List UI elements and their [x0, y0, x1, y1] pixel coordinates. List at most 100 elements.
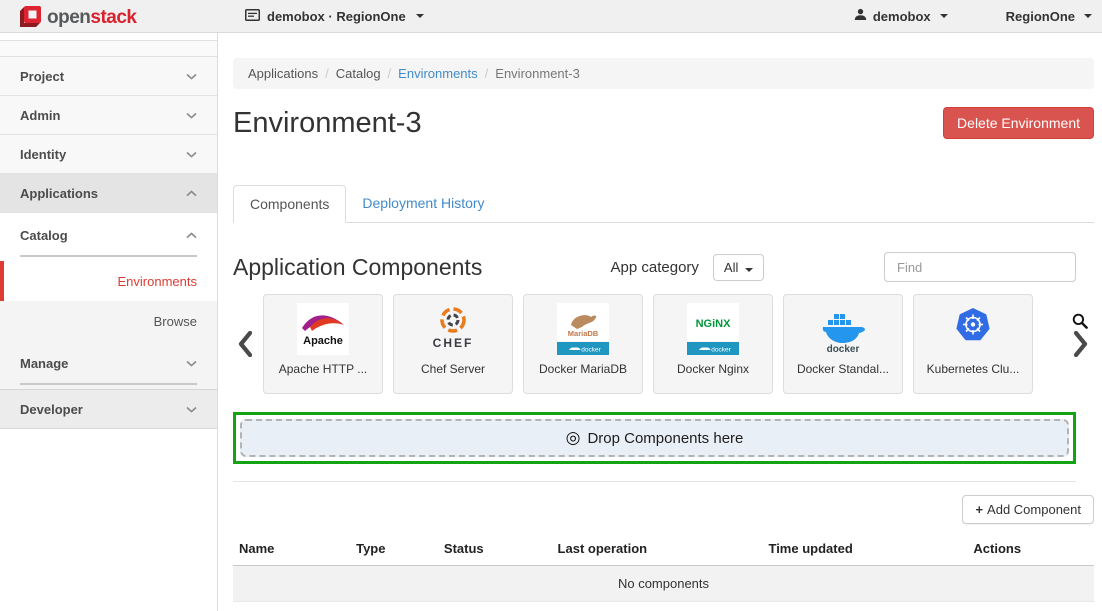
col-header-type: Type: [350, 532, 438, 566]
top-navbar: openstack demobox · RegionOne demobox Re…: [0, 0, 1102, 33]
breadcrumb-environments-link[interactable]: Environments: [398, 66, 477, 81]
col-header-status: Status: [438, 532, 552, 566]
svg-text:docker: docker: [827, 344, 860, 355]
drop-components-zone[interactable]: ◎ Drop Components here: [233, 412, 1076, 464]
sidebar-item-label: Manage: [20, 356, 68, 371]
app-card-label: Docker MariaDB: [539, 362, 627, 376]
chevron-down-icon: [1084, 14, 1092, 18]
svg-text:Apache: Apache: [303, 335, 343, 347]
app-card-label: Docker Standal...: [797, 362, 889, 376]
col-header-name: Name: [233, 532, 350, 566]
sidebar-item-project[interactable]: Project: [0, 57, 217, 96]
chevron-up-icon: [186, 232, 197, 239]
chevron-down-icon: [416, 14, 424, 18]
dropzone-text: Drop Components here: [587, 430, 743, 447]
chevron-down-icon: [186, 406, 197, 413]
openstack-logo[interactable]: openstack: [18, 5, 137, 31]
breadcrumb-current: Environment-3: [495, 66, 580, 81]
plus-icon: +: [975, 502, 983, 517]
section-heading: Application Components: [233, 254, 482, 281]
tab-deployment-history[interactable]: Deployment History: [346, 185, 500, 222]
main-content: Applications/Catalog/Environments/Enviro…: [219, 33, 1102, 611]
sidebar-item-label: Environments: [118, 274, 197, 289]
sidebar-item-manage[interactable]: Manage: [0, 341, 217, 385]
breadcrumb-catalog: Catalog: [336, 66, 381, 81]
sidebar-item-label: Project: [20, 69, 64, 84]
svg-text:MariaDB: MariaDB: [568, 329, 599, 338]
tab-components[interactable]: Components: [233, 185, 346, 223]
app-card-chef[interactable]: CHEF Chef Server: [393, 294, 513, 394]
svg-text:docker: docker: [581, 347, 601, 354]
app-card-apache[interactable]: Apache Apache HTTP ...: [263, 294, 383, 394]
add-component-button[interactable]: +Add Component: [962, 495, 1094, 524]
page-title: Environment-3: [233, 107, 422, 140]
sidebar-item-catalog[interactable]: Catalog: [0, 213, 217, 257]
docker-logo: docker: [817, 303, 869, 355]
delete-environment-button[interactable]: Delete Environment: [943, 107, 1094, 139]
logo-word-stack: stack: [90, 7, 136, 28]
svg-text:CHEF: CHEF: [433, 336, 474, 350]
user-menu-label: demobox: [873, 9, 931, 24]
empty-message: No components: [233, 566, 1094, 602]
app-card-label: Apache HTTP ...: [279, 362, 367, 376]
sidebar-item-browse[interactable]: Browse: [0, 301, 217, 341]
app-card-kubernetes[interactable]: Kubernetes Clu...: [913, 294, 1033, 394]
chevron-up-icon: [186, 190, 197, 197]
nginx-docker-logo: NGiNX docker: [687, 303, 739, 355]
svg-text:docker: docker: [711, 347, 731, 354]
empty-row: No components: [233, 566, 1094, 602]
sidebar-item-label: Browse: [154, 314, 197, 329]
apache-logo: Apache: [297, 303, 349, 355]
chevron-down-icon: [186, 360, 197, 367]
chevron-down-icon: [186, 112, 197, 119]
carousel-prev-button[interactable]: [233, 294, 257, 394]
svg-text:NGiNX: NGiNX: [696, 318, 732, 330]
sidebar-item-applications[interactable]: Applications: [0, 174, 217, 213]
region-menu-label: RegionOne: [1006, 9, 1075, 24]
region-menu[interactable]: RegionOne: [1006, 9, 1092, 24]
find-input[interactable]: [884, 252, 1076, 282]
sidebar-group: Browse Manage: [0, 301, 217, 389]
panel-icon: [245, 9, 260, 24]
project-region-switcher[interactable]: demobox · RegionOne: [245, 0, 424, 32]
app-card-label: Kubernetes Clu...: [927, 362, 1020, 376]
sidebar-item-label: Applications: [20, 186, 98, 201]
sidebar-item-label: Admin: [20, 108, 60, 123]
app-card-docker-standalone[interactable]: docker Docker Standal...: [783, 294, 903, 394]
user-icon: [854, 8, 867, 24]
sidebar-item-label: Catalog: [20, 228, 68, 243]
col-header-last-operation: Last operation: [552, 532, 763, 566]
sidebar-top-strip: [0, 40, 217, 57]
sidebar-item-identity[interactable]: Identity: [0, 135, 217, 174]
sidebar-item-admin[interactable]: Admin: [0, 96, 217, 135]
user-menu[interactable]: demobox: [854, 8, 948, 24]
openstack-cube-icon: [18, 5, 42, 31]
sidebar-nav: Project Admin Identity Applications Cata…: [0, 33, 218, 611]
sidebar-item-label: Identity: [20, 147, 66, 162]
app-card-label: Chef Server: [421, 362, 485, 376]
breadcrumb: Applications/Catalog/Environments/Enviro…: [233, 58, 1094, 89]
divider: [233, 481, 1076, 482]
components-table: Name Type Status Last operation Time upd…: [233, 532, 1094, 602]
sidebar-item-label: Developer: [20, 402, 83, 417]
app-card-docker-nginx[interactable]: NGiNX docker Docker Nginx: [653, 294, 773, 394]
app-category-label: App category: [611, 259, 699, 276]
carousel-next-button[interactable]: [1068, 294, 1092, 394]
breadcrumb-applications: Applications: [248, 66, 318, 81]
category-dropdown[interactable]: All: [713, 254, 764, 281]
kubernetes-logo: [947, 303, 999, 355]
switcher-label: demobox · RegionOne: [267, 9, 406, 24]
search-icon[interactable]: [1072, 313, 1088, 329]
col-header-time-updated: Time updated: [762, 532, 967, 566]
app-card-docker-mariadb[interactable]: MariaDB docker Docker MariaDB: [523, 294, 643, 394]
chevron-down-icon: [745, 268, 753, 272]
tab-bar: Components Deployment History: [233, 185, 1094, 223]
components-panel: Application Components App category All …: [233, 251, 1094, 482]
app-card-label: Docker Nginx: [677, 362, 749, 376]
mariadb-docker-logo: MariaDB docker: [557, 303, 609, 355]
sidebar-item-environments[interactable]: Environments: [0, 261, 217, 301]
target-icon: ◎: [566, 428, 581, 448]
divider: [20, 383, 197, 385]
app-carousel: Apache Apache HTTP ... CHEF Chef Server: [233, 294, 1076, 394]
sidebar-item-developer[interactable]: Developer: [0, 389, 217, 429]
